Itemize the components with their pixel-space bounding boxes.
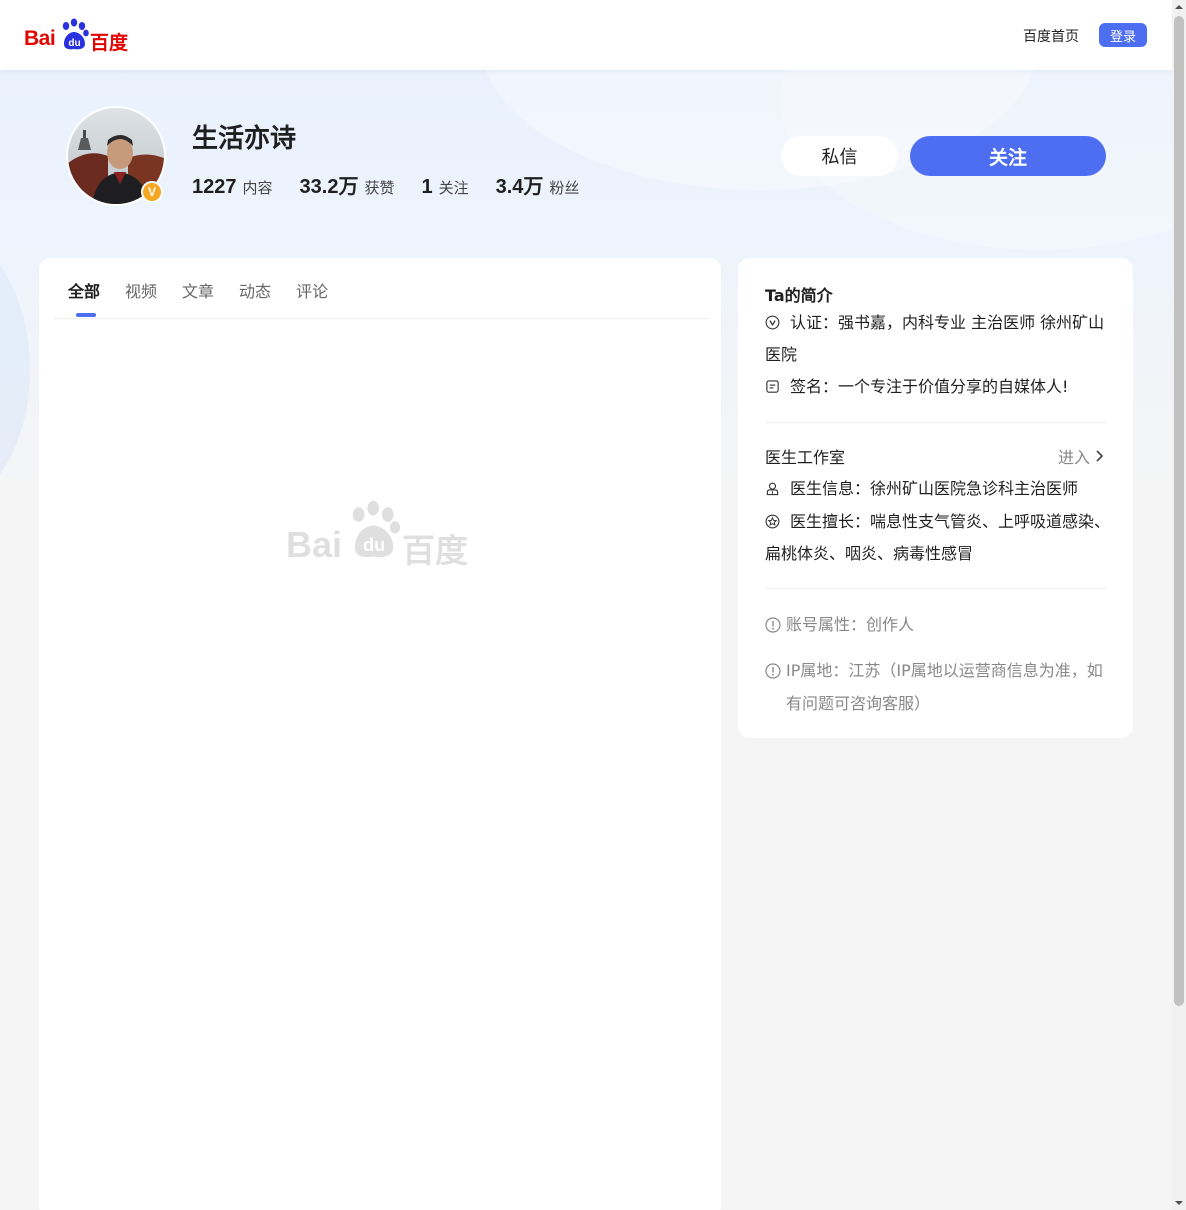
tab-divider [53, 318, 709, 319]
document-icon [766, 380, 779, 393]
scroll-up-arrow-icon[interactable] [1172, 0, 1186, 14]
stat-following[interactable]: 1 关注 [421, 176, 468, 199]
intro-title: Ta的简介 [765, 286, 833, 305]
specialty-row: 医生擅长：喘息性支气管炎、上呼吸道感染、扁桃体炎、咽炎、病毒性感冒 [765, 506, 1110, 570]
certification-row: 认证：强书嘉，内科专业 主治医师 徐州矿山医院 [765, 307, 1110, 371]
follow-button[interactable]: 关注 [910, 136, 1106, 176]
stat-label: 内容 [242, 179, 273, 197]
enter-label: 进入 [1058, 448, 1091, 467]
tab-comment[interactable]: 评论 [296, 278, 328, 302]
intro-card: Ta的简介 认证：强书嘉，内科专业 主治医师 徐州矿山医院 签名：一个专注于价值… [738, 258, 1133, 738]
stat-label: 获赞 [364, 179, 395, 197]
tab-article[interactable]: 文章 [182, 278, 214, 302]
info-icon [765, 617, 781, 633]
signature-row: 签名：一个专注于价值分享的自媒体人! [765, 371, 1110, 403]
verified-badge: V [141, 181, 163, 203]
tab-dynamic[interactable]: 动态 [239, 278, 271, 302]
logo-du: du [68, 38, 80, 49]
placeholder-cn: 百度 [402, 531, 468, 570]
placeholder-paw-icon: du [352, 500, 401, 558]
stat-value: 33.2万 [299, 176, 359, 198]
signature-text: 签名：一个专注于价值分享的自媒体人! [790, 377, 1069, 396]
verified-circle-icon [765, 315, 780, 330]
login-button[interactable]: 登录 [1099, 23, 1147, 47]
placeholder-latin: Bai [286, 524, 343, 565]
placeholder-du: du [363, 534, 385, 555]
profile-name: 生活亦诗 [192, 124, 297, 154]
ip-location-row: IP属地：江苏（IP属地以运营商信息为准，如有问题可咨询客服） [765, 654, 1110, 720]
page-scrollbar[interactable] [1172, 0, 1186, 1210]
active-tab-indicator [76, 313, 96, 317]
account-type-row: 账号属性：创作人 [765, 608, 1110, 641]
doctor-info-row: 医生信息：徐州矿山医院急诊科主治医师 [765, 473, 1110, 505]
stat-value: 1227 [192, 176, 237, 198]
section-divider [765, 422, 1106, 423]
tab-video[interactable]: 视频 [125, 278, 157, 302]
logo-latin: Bai [24, 27, 56, 50]
stat-label: 关注 [438, 179, 469, 197]
loading-placeholder-logo: Bai du 百度 [286, 500, 476, 570]
private-message-button[interactable]: 私信 [781, 136, 898, 176]
scrollbar-thumb[interactable] [1174, 16, 1184, 1006]
account-type-text: 账号属性：创作人 [786, 615, 915, 634]
tab-all[interactable]: 全部 [68, 278, 100, 302]
section-divider [765, 588, 1106, 589]
paw-icon: du [62, 18, 89, 50]
profile-stats: 1227 内容 33.2万 获赞 1 关注 3.4万 粉丝 [192, 170, 606, 199]
content-tabs: 全部 视频 文章 动态 评论 [68, 278, 353, 302]
top-bar: Bai du 百度 百度首页 登录 [0, 0, 1172, 70]
baidu-home-link[interactable]: 百度首页 [1023, 26, 1079, 46]
stat-value: 1 [421, 176, 433, 198]
doctor-studio-title: 医生工作室 [765, 448, 846, 467]
doctor-info-text: 医生信息：徐州矿山医院急诊科主治医师 [790, 479, 1079, 498]
scroll-down-arrow-icon[interactable] [1172, 1196, 1186, 1210]
stat-label: 粉丝 [549, 179, 580, 197]
chevron-right-icon [1096, 450, 1104, 462]
content-card: 全部 视频 文章 动态 评论 Bai du 百度 [39, 258, 721, 1210]
stat-value: 3.4万 [495, 176, 544, 198]
logo-cn: 百度 [90, 32, 129, 54]
enter-studio-link[interactable]: 进入 [1058, 444, 1104, 468]
baidu-logo[interactable]: Bai du 百度 [24, 18, 129, 54]
stat-fans[interactable]: 3.4万 粉丝 [496, 170, 580, 199]
certification-text: 认证：强书嘉，内科专业 主治医师 徐州矿山医院 [765, 313, 1105, 364]
specialty-text: 医生擅长：喘息性支气管炎、上呼吸道感染、扁桃体炎、咽炎、病毒性感冒 [765, 512, 1111, 563]
info-icon [765, 663, 781, 679]
ip-location-text: IP属地：江苏（IP属地以运营商信息为准，如有问题可咨询客服） [786, 661, 1103, 713]
stat-likes: 33.2万 获赞 [300, 170, 395, 199]
stat-content[interactable]: 1227 内容 [192, 176, 273, 199]
star-circle-icon [765, 514, 780, 529]
doctor-badge-icon [766, 482, 779, 496]
